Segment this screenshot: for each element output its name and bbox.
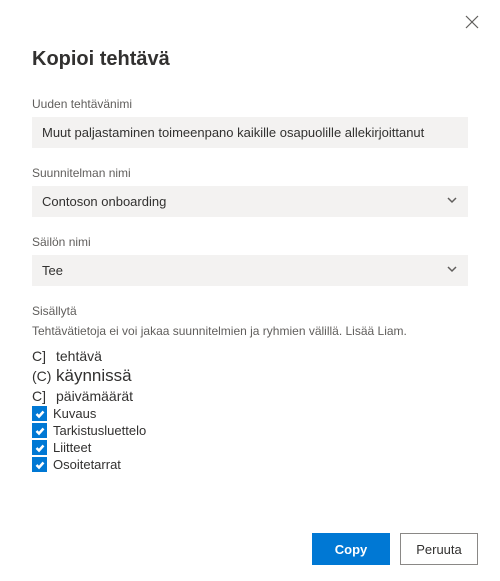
close-button[interactable]: [462, 14, 482, 34]
option-label: Kuvaus: [53, 406, 96, 421]
option-label: Tarkistusluettelo: [53, 423, 146, 438]
option-glyph: C]: [32, 348, 50, 364]
include-option: C] tehtävä: [32, 348, 468, 364]
task-name-input[interactable]: [32, 117, 468, 148]
bucket-name-select[interactable]: Tee: [32, 255, 468, 286]
copy-task-dialog: Kopioi tehtävä Uuden tehtävänimi Suunnit…: [0, 0, 500, 538]
bucket-name-label: Säilön nimi: [32, 235, 468, 249]
include-option: (C) käynnissä: [32, 366, 468, 386]
bucket-name-value: Tee: [42, 263, 63, 278]
include-option[interactable]: Kuvaus: [32, 406, 468, 421]
cancel-button[interactable]: Peruuta: [400, 533, 478, 565]
close-icon: [465, 15, 479, 34]
include-helper: Tehtävätietoja ei voi jakaa suunnitelmie…: [32, 324, 468, 338]
checkbox-icon[interactable]: [32, 457, 47, 472]
include-option: C] päivämäärät: [32, 388, 468, 404]
option-label: käynnissä: [56, 366, 132, 386]
option-label: tehtävä: [56, 348, 102, 364]
include-option[interactable]: Liitteet: [32, 440, 468, 455]
option-glyph: (C): [32, 368, 50, 384]
copy-button[interactable]: Copy: [312, 533, 390, 565]
include-options: C] tehtävä (C) käynnissä C] päivämäärät Kuvaus…: [32, 348, 468, 472]
include-option[interactable]: Osoitetarrat: [32, 457, 468, 472]
task-name-label: Uuden tehtävänimi: [32, 97, 468, 111]
option-glyph: C]: [32, 388, 50, 404]
checkbox-icon[interactable]: [32, 440, 47, 455]
chevron-down-icon: [446, 263, 458, 278]
chevron-down-icon: [446, 194, 458, 209]
option-label: Osoitetarrat: [53, 457, 121, 472]
include-option[interactable]: Tarkistusluettelo: [32, 423, 468, 438]
dialog-footer: Copy Peruuta: [312, 533, 478, 565]
plan-name-select[interactable]: Contoson onboarding: [32, 186, 468, 217]
plan-name-label: Suunnitelman nimi: [32, 166, 468, 180]
checkbox-icon[interactable]: [32, 406, 47, 421]
plan-name-value: Contoson onboarding: [42, 194, 166, 209]
option-label: päivämäärät: [56, 388, 133, 404]
checkbox-icon[interactable]: [32, 423, 47, 438]
dialog-title: Kopioi tehtävä: [32, 48, 468, 71]
include-label: Sisällytä: [32, 304, 468, 318]
option-label: Liitteet: [53, 440, 91, 455]
